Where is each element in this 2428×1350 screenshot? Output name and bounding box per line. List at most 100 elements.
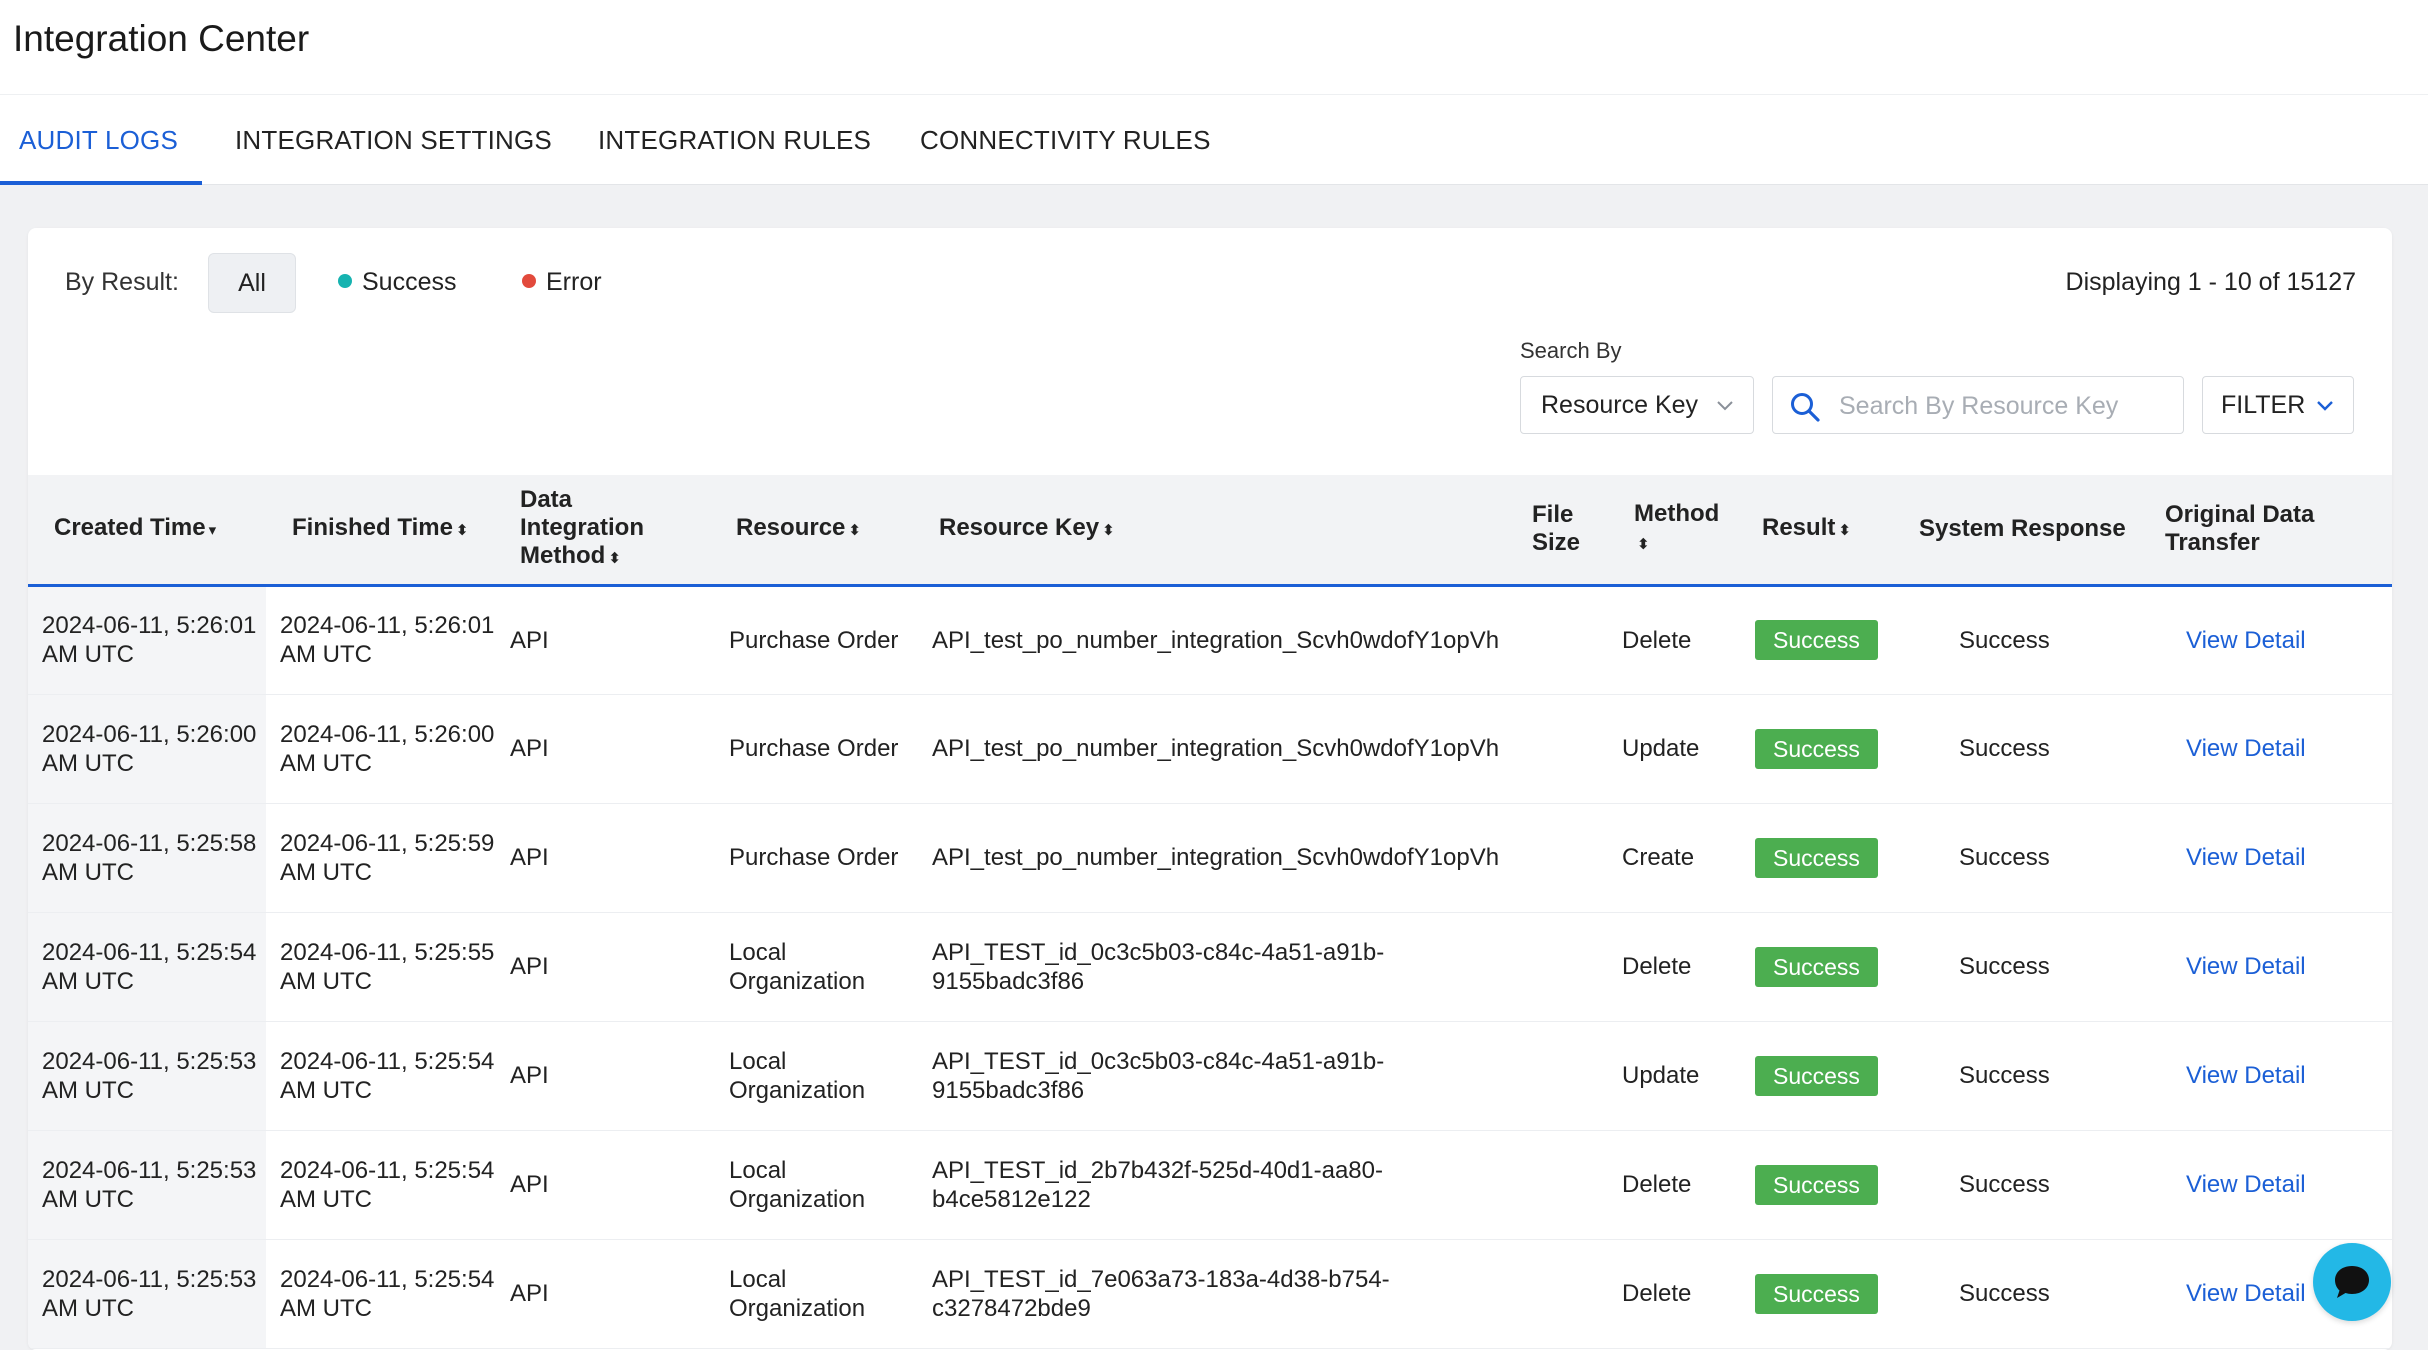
view-detail-link[interactable]: View Detail [2186,1171,2306,1198]
cell-finished-time-text: 2024-06-11, 5:25:54 AM UTC [280,1047,495,1104]
cell-created-time-text: 2024-06-11, 5:26:01 AM UTC [42,612,257,668]
search-by-value: Resource Key [1541,391,1699,419]
cell-view-detail: View Detail [2147,1021,2392,1130]
cell-integration-method-text: API [510,735,549,762]
cell-resource: Purchase Order [708,585,911,694]
column-header-resource[interactable]: Resource ⬍ [708,475,911,585]
cell-integration-method: API [506,585,708,694]
status-badge: Success [1755,1273,1878,1314]
chat-icon [2335,1266,2369,1298]
table-header-row: Created Time ▾ Finished Time ⬍ Data Integr… [28,475,2392,585]
filter-button[interactable]: FILTER [2202,376,2354,434]
filter-all-button[interactable]: All [208,253,296,313]
cell-file-size [1508,803,1622,912]
cell-method: Update [1622,694,1748,803]
sort-icon: ▾ [208,521,217,539]
cell-view-detail: View Detail [2147,585,2392,694]
table-row: 2024-06-11, 5:25:53 AM UTC 2024-06-11, 5:… [28,1021,2392,1130]
column-header-result[interactable]: Result ⬍ [1748,475,1903,585]
view-detail-link[interactable]: View Detail [2186,953,2306,980]
chevron-down-icon [2317,401,2333,411]
column-header-method[interactable]: Method ⬍ [1622,475,1748,585]
view-detail-link[interactable]: View Detail [2186,735,2306,762]
tab-audit-logs[interactable]: AUDIT LOGS [19,95,178,185]
view-detail-link[interactable]: View Detail [2186,1280,2306,1307]
view-detail-link[interactable]: View Detail [2186,1062,2306,1089]
cell-integration-method: API [506,1021,708,1130]
view-detail-link[interactable]: View Detail [2186,627,2306,654]
cell-file-size [1508,694,1622,803]
column-header-created-time[interactable]: Created Time ▾ [28,475,266,585]
cell-system-response: Success [1903,803,2147,912]
column-header-finished-time[interactable]: Finished Time ⬍ [266,475,506,585]
cell-view-detail: View Detail [2147,1130,2392,1239]
view-detail-link[interactable]: View Detail [2186,844,2306,871]
cell-system-response: Success [1903,1021,2147,1130]
cell-created-time: 2024-06-11, 5:25:54 AM UTC [28,912,266,1021]
search-input[interactable] [1839,387,2169,425]
cell-finished-time: 2024-06-11, 5:25:54 AM UTC [266,1021,506,1130]
column-header-resource-key[interactable]: Resource Key ⬍ [911,475,1508,585]
cell-method-text: Delete [1622,953,1692,980]
cell-integration-method-text: API [510,626,549,654]
cell-result: Success [1748,694,1903,803]
page-title: Integration Center [13,18,310,59]
cell-resource-text: Purchase Order [729,844,899,871]
tab-bar: AUDIT LOGS INTEGRATION SETTINGS INTEGRAT… [0,95,2428,185]
status-badge: Success [1755,1055,1878,1096]
cell-view-detail: View Detail [2147,694,2392,803]
cell-finished-time-text: 2024-06-11, 5:26:01 AM UTC [280,612,495,668]
cell-resource-text: Local Organization [729,1047,866,1104]
table-row: 2024-06-11, 5:25:54 AM UTC 2024-06-11, 5:… [28,912,2392,1021]
tab-integration-settings[interactable]: INTEGRATION SETTINGS [235,95,552,185]
filter-success-option[interactable]: Success [338,268,456,297]
cell-resource-key-text: API_TEST_id_2b7b432f-525d-40d1-aa80-b4ce… [932,1156,1383,1213]
cell-finished-time-text: 2024-06-11, 5:25:54 AM UTC [280,1156,495,1213]
cell-created-time-text: 2024-06-11, 5:25:53 AM UTC [42,1265,257,1322]
cell-file-size [1508,585,1622,694]
cell-system-response: Success [1903,585,2147,694]
search-field[interactable] [1772,376,2184,434]
cell-resource-key: API_TEST_id_7e063a73-183a-4d38-b754-c327… [911,1239,1508,1348]
cell-system-response-text: Success [1959,1171,2050,1198]
cell-resource: Purchase Order [708,694,911,803]
cell-integration-method-text: API [510,1062,549,1089]
cell-file-size [1508,912,1622,1021]
filter-error-option[interactable]: Error [522,268,602,297]
cell-method: Delete [1622,1130,1748,1239]
cell-system-response: Success [1903,912,2147,1021]
cell-system-response-text: Success [1959,953,2050,980]
cell-integration-method: API [506,694,708,803]
cell-result: Success [1748,1239,1903,1348]
cell-resource: Purchase Order [708,803,911,912]
cell-integration-method: API [506,803,708,912]
cell-resource: Local Organization [708,1021,911,1130]
cell-view-detail: View Detail [2147,912,2392,1021]
cell-created-time: 2024-06-11, 5:25:53 AM UTC [28,1130,266,1239]
tab-integration-rules[interactable]: INTEGRATION RULES [598,95,871,185]
chat-button[interactable] [2313,1243,2391,1321]
cell-resource-text: Local Organization [729,938,866,995]
active-tab-indicator [0,181,202,185]
tab-connectivity-rules[interactable]: CONNECTIVITY RULES [920,95,1211,185]
cell-resource-text: Purchase Order [729,735,899,762]
cell-system-response-text: Success [1959,844,2050,871]
cell-result: Success [1748,912,1903,1021]
cell-resource: Local Organization [708,1130,911,1239]
filter-success-label: Success [362,268,457,296]
cell-resource-key: API_test_po_number_integration_Scvh0wdof… [911,585,1508,694]
cell-system-response: Success [1903,1239,2147,1348]
table-row: 2024-06-11, 5:26:00 AM UTC 2024-06-11, 5:… [28,694,2392,803]
cell-system-response-text: Success [1959,1280,2050,1307]
status-badge: Success [1755,946,1878,987]
filter-button-label: FILTER [2221,391,2306,419]
cell-method-text: Delete [1622,626,1692,654]
status-badge: Success [1755,837,1878,878]
cell-method-text: Update [1622,735,1700,762]
status-badge: Success [1755,728,1878,769]
cell-result: Success [1748,1021,1903,1130]
column-header-integration-method[interactable]: Data Integration Method ⬍ [506,475,708,585]
cell-system-response-text: Success [1959,626,2050,654]
cell-method-text: Delete [1622,1280,1692,1307]
search-by-select[interactable]: Resource Key [1520,376,1754,434]
